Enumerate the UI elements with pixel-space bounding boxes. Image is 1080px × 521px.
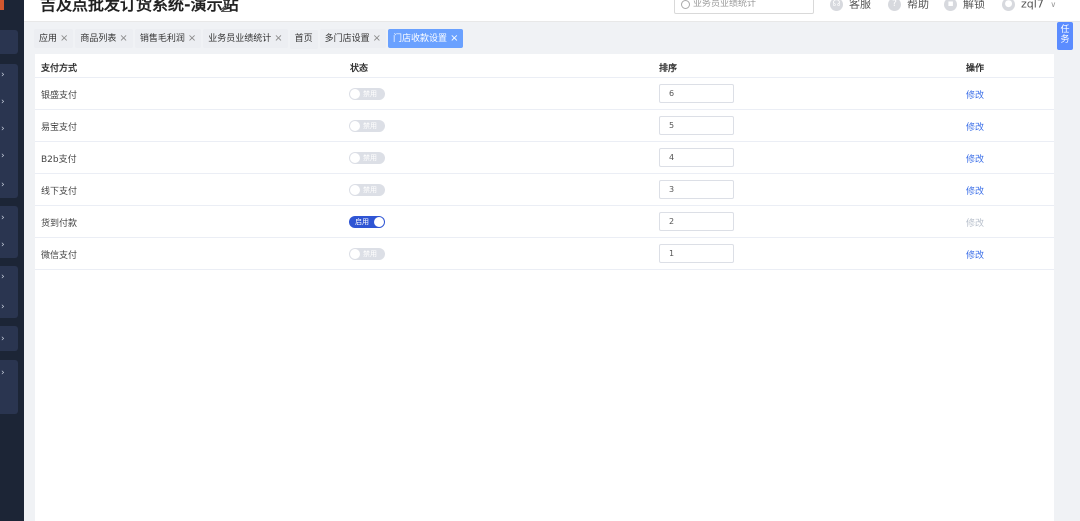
help-button[interactable]: ? 帮助: [888, 0, 929, 11]
sidebar: › › › › › › › › › › ›: [0, 0, 24, 521]
question-icon: ?: [888, 0, 901, 11]
chevron-right-icon: ›: [1, 180, 5, 190]
col-payment-method: 支付方式: [41, 64, 78, 74]
sort-input[interactable]: 1: [659, 244, 734, 263]
payment-method: 银盛支付: [41, 91, 78, 101]
chevron-right-icon: ›: [1, 302, 5, 312]
edit-icon[interactable]: [220, 0, 232, 12]
payment-method: 货到付款: [41, 219, 78, 229]
table-row: B2b支付 禁用 4 修改: [35, 142, 1054, 174]
tab-bar: 应用 × 商品列表 × 销售毛利润 × 业务员业绩统计 × 首页 多门店设置 × 门店收款设置 ×: [34, 26, 465, 49]
tab-gross-profit[interactable]: 销售毛利润 ×: [134, 29, 202, 48]
edit-link[interactable]: 修改: [966, 216, 984, 229]
edit-link[interactable]: 修改: [966, 248, 984, 261]
payment-method: 微信支付: [41, 251, 78, 261]
table-row: 易宝支付 禁用 5 修改: [35, 110, 1054, 142]
sidebar-item-1[interactable]: [0, 30, 18, 54]
status-toggle[interactable]: 禁用: [349, 184, 385, 196]
sort-input[interactable]: 2: [659, 212, 734, 231]
close-icon[interactable]: ×: [60, 33, 68, 44]
status-toggle[interactable]: 启用: [349, 216, 385, 228]
logo: [0, 0, 4, 10]
payment-method: 易宝支付: [41, 123, 78, 133]
tab-store-payment[interactable]: 门店收款设置 ×: [388, 29, 464, 48]
edit-link[interactable]: 修改: [966, 152, 984, 165]
table-row: 货到付款 启用 2 修改: [35, 206, 1054, 238]
chevron-down-icon: ∨: [1050, 0, 1057, 9]
close-icon[interactable]: ×: [373, 33, 381, 44]
payment-method: 线下支付: [41, 187, 78, 197]
col-status: 状态: [350, 64, 369, 74]
chevron-right-icon: ›: [1, 151, 5, 161]
chevron-right-icon: ›: [1, 368, 5, 378]
chevron-right-icon: ›: [1, 334, 5, 344]
status-toggle[interactable]: 禁用: [349, 152, 385, 164]
edit-link[interactable]: 修改: [966, 88, 984, 101]
page-title: 吉及点批发订货系统-演示站: [40, 0, 239, 14]
chevron-right-icon: ›: [1, 213, 5, 223]
close-icon[interactable]: ×: [119, 33, 127, 44]
tab-apps[interactable]: 应用 ×: [34, 29, 74, 48]
table-header: 支付方式 状态 排序 操作: [35, 54, 1054, 78]
search-placeholder: 业务员业绩统计: [693, 0, 757, 9]
top-header: 吉及点批发订货系统-演示站 业务员业绩统计 ☊ 客服 ? 帮助 ▪ 解锁 ● zql7 …: [24, 0, 1080, 22]
edit-link[interactable]: 修改: [966, 184, 984, 197]
status-toggle[interactable]: 禁用: [349, 120, 385, 132]
payment-method: B2b支付: [41, 155, 77, 165]
table-row: 微信支付 禁用 1 修改: [35, 238, 1054, 270]
unlock-button[interactable]: ▪ 解锁: [944, 0, 985, 11]
sort-input[interactable]: 3: [659, 180, 734, 199]
close-icon[interactable]: ×: [274, 33, 282, 44]
chevron-right-icon: ›: [1, 124, 5, 134]
sort-input[interactable]: 6: [659, 84, 734, 103]
chevron-right-icon: ›: [1, 97, 5, 107]
chevron-right-icon: ›: [1, 70, 5, 80]
edit-link[interactable]: 修改: [966, 120, 984, 133]
chevron-right-icon: ›: [1, 272, 5, 282]
search-icon: [681, 0, 690, 9]
lock-icon: ▪: [944, 0, 957, 11]
close-icon[interactable]: ×: [188, 33, 196, 44]
user-menu[interactable]: ● zql7 ∨: [1002, 0, 1056, 11]
headset-icon: ☊: [830, 0, 843, 11]
col-action: 操作: [966, 64, 985, 74]
task-button[interactable]: 任务: [1057, 22, 1073, 50]
payment-settings-table: 支付方式 状态 排序 操作 银盛支付 禁用 6 修改 易宝支付 禁用 5 修改 …: [35, 54, 1054, 521]
tab-multi-store[interactable]: 多门店设置 ×: [319, 29, 387, 48]
col-sort: 排序: [659, 64, 678, 74]
table-row: 银盛支付 禁用 6 修改: [35, 78, 1054, 110]
sort-input[interactable]: 4: [659, 148, 734, 167]
close-icon[interactable]: ×: [450, 33, 458, 44]
status-toggle[interactable]: 禁用: [349, 88, 385, 100]
tab-home[interactable]: 首页: [289, 30, 318, 49]
table-row: 线下支付 禁用 3 修改: [35, 174, 1054, 206]
avatar: ●: [1002, 0, 1015, 11]
chevron-right-icon: ›: [1, 240, 5, 250]
search-input[interactable]: 业务员业绩统计: [674, 0, 814, 14]
customer-service-button[interactable]: ☊ 客服: [830, 0, 871, 11]
tab-sales-stats[interactable]: 业务员业绩统计 ×: [203, 29, 288, 48]
sort-input[interactable]: 5: [659, 116, 734, 135]
status-toggle[interactable]: 禁用: [349, 248, 385, 260]
tab-product-list[interactable]: 商品列表 ×: [75, 29, 133, 48]
